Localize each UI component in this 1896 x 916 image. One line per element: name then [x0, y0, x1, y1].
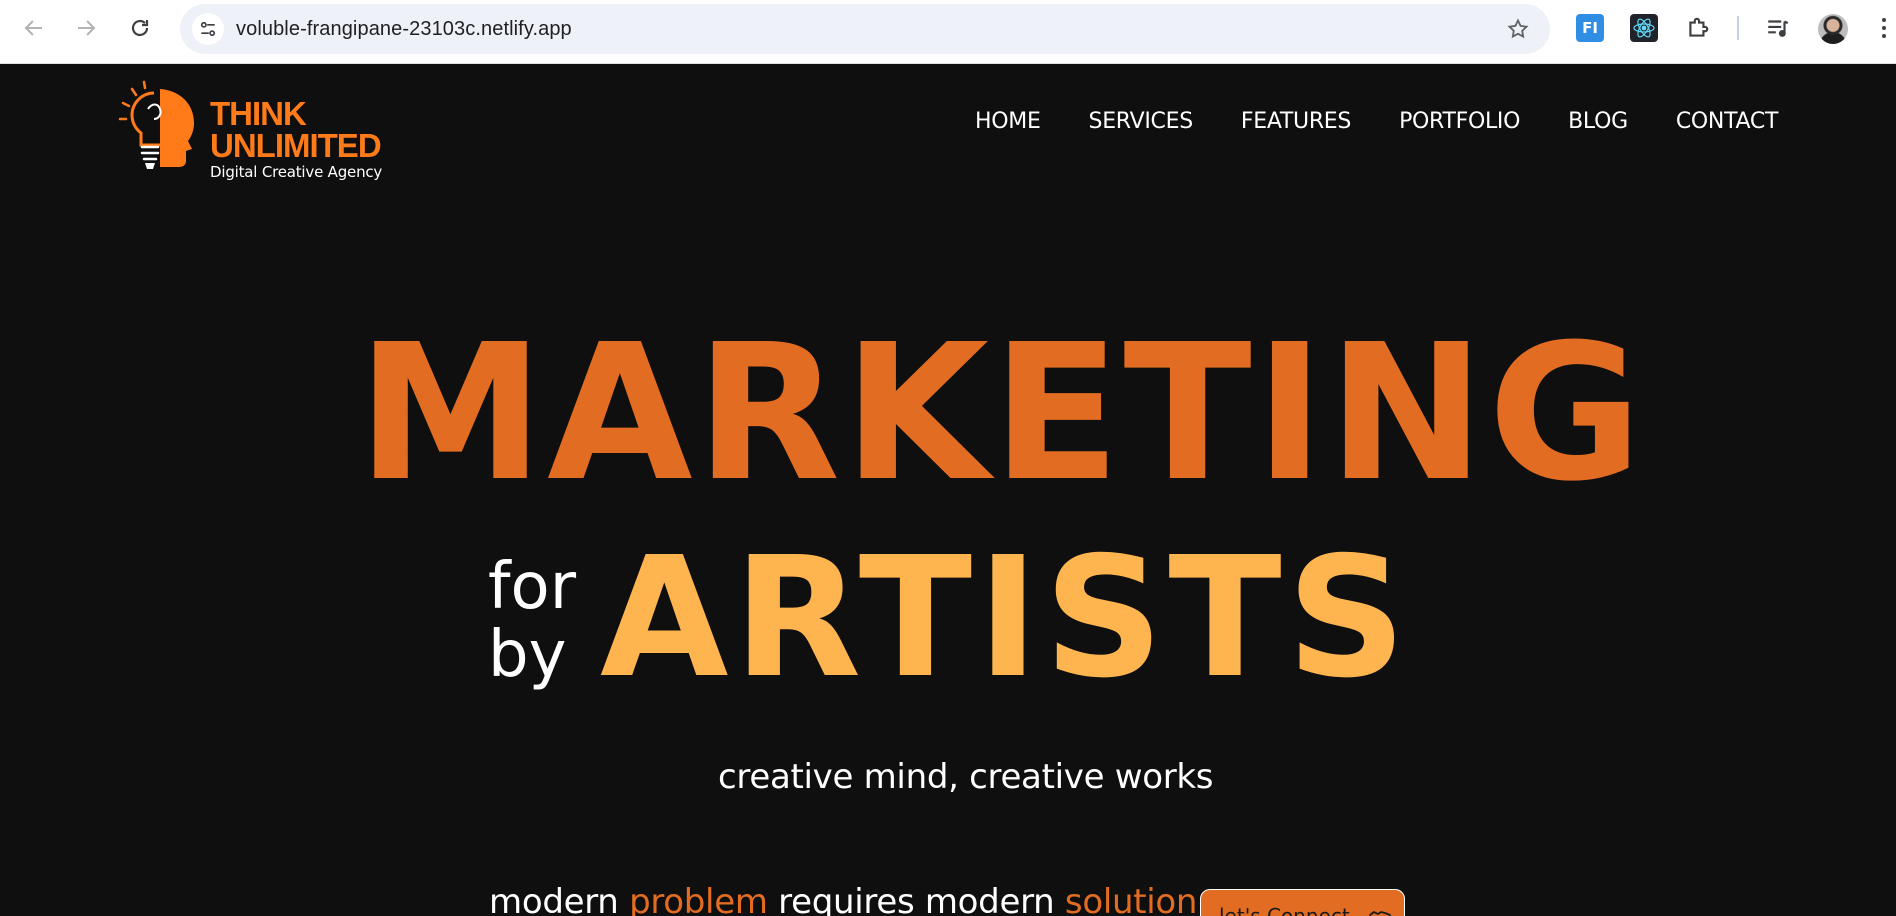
dot	[1882, 18, 1886, 22]
arrow-left-icon	[24, 20, 42, 36]
hero-tagline: creative mind, creative works	[718, 757, 1214, 797]
dot	[1882, 26, 1886, 30]
profile-avatar[interactable]	[1818, 14, 1848, 44]
fi-extension-icon[interactable]: FI	[1576, 14, 1604, 42]
media-controls-icon	[1768, 20, 1789, 37]
problem-text-1: modern	[489, 882, 630, 916]
hero-for-by: for by	[488, 553, 576, 689]
chrome-menu-button[interactable]	[1876, 14, 1892, 42]
extensions-puzzle-button[interactable]	[1684, 14, 1712, 42]
problem-statement: modern problem requires modern solution	[489, 882, 1197, 916]
site-info-button[interactable]	[192, 13, 224, 45]
brand-name-line1: THINK	[210, 95, 307, 132]
brand-tagline: Digital Creative Agency	[210, 163, 383, 181]
cta-label: let's Connect	[1219, 904, 1350, 916]
nav-contact[interactable]: CONTACT	[1676, 109, 1779, 134]
url-text[interactable]: voluble-frangipane-23103c.netlify.app	[236, 18, 572, 41]
hero-for: for	[488, 550, 576, 624]
puzzle-icon	[1689, 17, 1709, 37]
arrow-right-icon	[78, 20, 96, 36]
nav-features[interactable]: FEATURES	[1241, 109, 1352, 134]
solution-highlight: solution	[1064, 882, 1198, 916]
bookmark-button[interactable]	[1504, 15, 1532, 43]
website: THINK UNLIMITED Digital Creative Agency …	[0, 65, 1896, 916]
brand-name-line2: UNLIMITED	[210, 127, 382, 164]
react-devtools-icon[interactable]	[1630, 14, 1658, 42]
toolbar-divider	[1737, 16, 1739, 40]
nav-blog[interactable]: BLOG	[1568, 109, 1628, 134]
nav-portfolio[interactable]: PORTFOLIO	[1399, 109, 1520, 134]
lets-connect-button[interactable]: let's Connect	[1200, 889, 1405, 916]
address-bar[interactable]: voluble-frangipane-23103c.netlify.app	[180, 4, 1550, 54]
star-icon	[1507, 18, 1529, 39]
react-atom-icon	[1633, 18, 1655, 38]
reload-icon	[131, 19, 149, 37]
browser-toolbar: voluble-frangipane-23103c.netlify.app FI	[0, 0, 1896, 64]
lightbulb-head-icon	[118, 80, 194, 169]
hero-artists: ARTISTS	[600, 522, 1412, 715]
handshake-icon	[1368, 911, 1391, 916]
nav-services[interactable]: SERVICES	[1089, 109, 1194, 134]
forward-button[interactable]	[68, 10, 104, 46]
dot	[1882, 34, 1886, 38]
hero-title: MARKETING	[357, 304, 1646, 523]
tune-icon	[200, 21, 216, 37]
nav-home[interactable]: HOME	[975, 109, 1041, 134]
problem-text-2: requires modern	[767, 882, 1065, 916]
brand-logo[interactable]: THINK UNLIMITED Digital Creative Agency	[118, 79, 398, 181]
back-button[interactable]	[16, 10, 52, 46]
media-controls-button[interactable]	[1764, 14, 1792, 42]
problem-highlight: problem	[629, 882, 768, 916]
reload-button[interactable]	[122, 10, 158, 46]
main-navigation: HOME SERVICES FEATURES PORTFOLIO BLOG CO…	[975, 109, 1778, 134]
hero-by: by	[488, 618, 567, 692]
